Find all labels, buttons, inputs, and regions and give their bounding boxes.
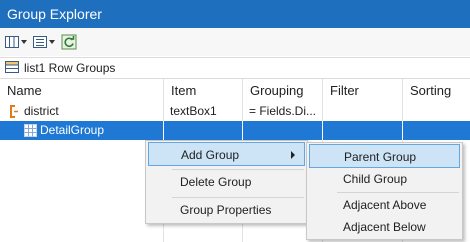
group-bracket-icon <box>10 105 18 118</box>
name-cell: DetailGroup <box>0 121 164 140</box>
column-header-filter[interactable]: Filter <box>323 79 403 101</box>
item-cell: textBox1 <box>164 102 243 121</box>
layout-dropdown-icon[interactable] <box>21 40 27 44</box>
refresh-icon[interactable] <box>61 33 77 51</box>
context-menu: Add Group Delete Group Group Properties <box>145 140 308 224</box>
column-header-grouping[interactable]: Grouping <box>243 79 323 101</box>
grouping-cell <box>243 121 323 140</box>
row-groups-header: list1 Row Groups <box>0 57 470 79</box>
menu-item-delete-group[interactable]: Delete Group <box>148 170 305 194</box>
column-header-sorting[interactable]: Sorting <box>403 79 470 101</box>
toolbar <box>0 28 470 56</box>
item-cell <box>164 121 243 140</box>
menu-item-adjacent-below[interactable]: Adjacent Below <box>309 215 460 239</box>
view-options-dropdown-icon[interactable] <box>49 40 55 44</box>
menu-item-parent-group[interactable]: Parent Group <box>309 144 460 168</box>
add-group-submenu: Parent Group Child Group Adjacent Above … <box>306 142 463 240</box>
panel-title: Group Explorer <box>7 6 102 22</box>
filter-cell <box>323 102 403 121</box>
column-header-item[interactable]: Item <box>164 79 243 101</box>
grouping-cell: = Fields.Di... <box>243 102 323 121</box>
table-row[interactable]: district textBox1 = Fields.Di... <box>0 102 470 121</box>
layout-icon[interactable] <box>4 33 20 51</box>
view-options-icon[interactable] <box>32 33 48 51</box>
column-header-name[interactable]: Name <box>0 79 164 101</box>
title-bar: Group Explorer <box>0 0 470 28</box>
name-cell: district <box>0 102 164 121</box>
menu-item-child-group[interactable]: Child Group <box>309 167 460 191</box>
table-row-selected[interactable]: DetailGroup <box>0 121 470 140</box>
menu-item-group-properties[interactable]: Group Properties <box>148 198 305 222</box>
filter-cell <box>323 121 403 140</box>
detail-group-icon <box>24 124 37 137</box>
menu-item-add-group[interactable]: Add Group <box>148 142 305 166</box>
menu-item-adjacent-above[interactable]: Adjacent Above <box>309 193 460 217</box>
row-groups-icon <box>5 61 19 73</box>
sorting-cell <box>403 102 470 121</box>
sorting-cell <box>403 121 470 140</box>
submenu-arrow-icon <box>291 151 295 159</box>
row-groups-label: list1 Row Groups <box>24 61 116 75</box>
